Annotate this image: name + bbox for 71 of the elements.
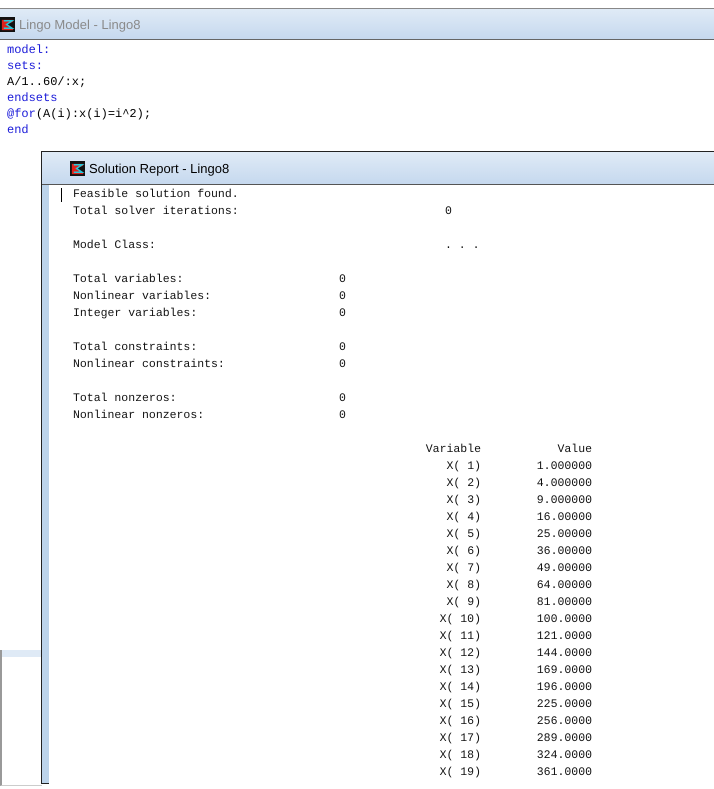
report-value: 0 (445, 204, 452, 220)
value-cell-text: 225.0000 (536, 697, 592, 713)
report-value: 0 (339, 391, 346, 407)
report-label: Total variables: (73, 272, 184, 288)
report-value: 0 (339, 289, 346, 305)
variable-cell-text: X( 7) (445, 561, 481, 577)
variable-cell-text: X( 11) (438, 629, 481, 645)
window-title: Lingo Model - Lingo8 (19, 16, 140, 32)
value-cell-text: 196.0000 (536, 680, 592, 696)
variable-cell-text: X( 19) (438, 765, 481, 781)
value-cell-text: 169.0000 (536, 663, 592, 679)
value-cell-text: 16.00000 (536, 510, 592, 526)
variable-cell-text: X( 6) (445, 544, 481, 560)
code-line: end (7, 122, 30, 138)
report-label: Feasible solution found. (73, 187, 240, 203)
value-cell-text: 100.0000 (536, 612, 592, 628)
variable-cell-text: X( 3) (445, 493, 481, 509)
report-value: 0 (339, 306, 346, 322)
report-label: Nonlinear nonzeros: (73, 408, 206, 424)
variable-cell-text: X( 4) (445, 510, 481, 526)
report-value: . . . (445, 238, 480, 254)
report-value: 0 (339, 340, 346, 356)
sigma-icon (70, 160, 85, 176)
variable-cell-text: X( 5) (445, 527, 481, 543)
variable-cell-text: X( 8) (445, 578, 481, 594)
report-label: Nonlinear constraints: (73, 357, 226, 373)
value-cell-text: 25.00000 (536, 527, 592, 543)
value-cell-text: 4.000000 (536, 476, 592, 492)
code-line: endsets (7, 90, 58, 106)
value-cell-text: 144.0000 (536, 646, 592, 662)
variable-cell-text: X( 14) (438, 680, 481, 696)
report-value: 0 (339, 357, 346, 373)
report-label: Total solver iterations: (73, 204, 240, 220)
variable-cell-text: X( 10) (438, 612, 481, 628)
variable-cell-text: X( 15) (438, 697, 481, 713)
variable-cell-text: X( 18) (438, 748, 481, 764)
value-cell-text: 81.00000 (536, 595, 592, 611)
report-value: 0 (339, 272, 346, 288)
text-cursor (61, 188, 62, 202)
code-editor[interactable]: model: sets: A/1..60/:x; endsets @for(A(i):x(i)=i^2); end (0, 40, 714, 138)
window-title: Solution Report - Lingo8 (89, 160, 230, 176)
variable-cell-text: X( 17) (438, 731, 481, 747)
value-cell-text: 324.0000 (536, 748, 592, 764)
report-value: 0 (339, 408, 346, 424)
code-line: @for(A(i):x(i)=i^2); (7, 106, 152, 122)
value-cell-text: 1.000000 (536, 459, 592, 475)
value-cell-text: 9.000000 (536, 493, 592, 509)
variable-cell-text: X( 2) (445, 476, 481, 492)
value-cell-text: 64.00000 (536, 578, 592, 594)
variable-cell-text: X( 12) (438, 646, 481, 662)
value-cell-text: 361.0000 (536, 765, 592, 781)
sigma-icon (0, 16, 15, 32)
code-line: sets: (7, 58, 44, 74)
report-label: Model Class: (73, 238, 157, 254)
value-cell-text: 49.00000 (536, 561, 592, 577)
column-header: Value (556, 442, 592, 458)
variable-cell-text: X( 9) (445, 595, 481, 611)
value-cell-text: 121.0000 (536, 629, 592, 645)
code-line: A/1..60/:x; (7, 74, 88, 90)
column-header: Variable (424, 442, 481, 458)
report-label: Nonlinear variables: (73, 289, 212, 305)
value-cell-text: 36.00000 (536, 544, 592, 560)
report-label: Total constraints: (73, 340, 198, 356)
code-line: model: (7, 42, 52, 58)
value-cell-text: 289.0000 (536, 731, 592, 747)
value-cell-text: 256.0000 (536, 714, 592, 730)
variable-cell-text: X( 1) (445, 459, 481, 475)
report-label: Integer variables: (73, 306, 198, 322)
variable-cell-text: X( 13) (438, 663, 481, 679)
report-label: Total nonzeros: (73, 391, 178, 407)
variable-cell-text: X( 16) (438, 714, 481, 730)
